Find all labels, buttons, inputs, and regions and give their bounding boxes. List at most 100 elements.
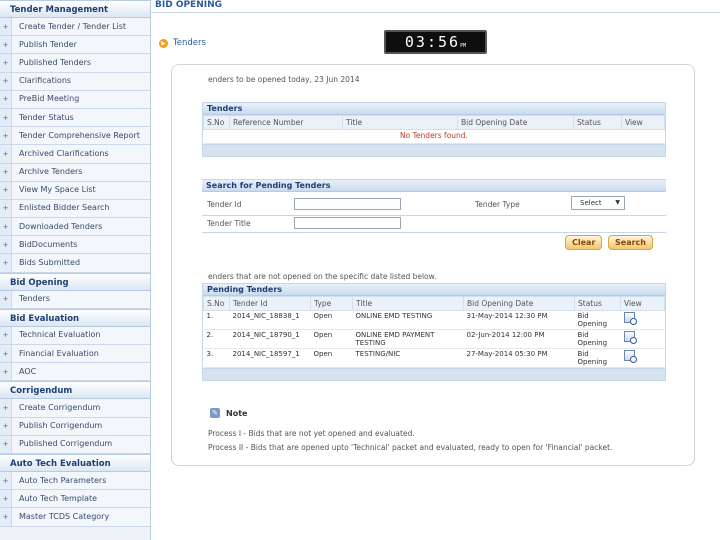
col-tender-id: Tender Id <box>229 296 311 311</box>
digital-clock: 03:56PM <box>384 30 487 54</box>
table-row: 3. 2014_NIC_18597_1 Open TESTING/NIC 27-… <box>203 348 665 368</box>
menu-published-corrigendum[interactable]: + Published Corrigendum <box>0 435 150 454</box>
menu-bidder-search[interactable]: + Enlisted Bidder Search <box>0 199 150 219</box>
view-cell <box>620 310 665 330</box>
menu-prebid-meeting[interactable]: + PreBid Meeting <box>0 90 150 109</box>
tender-type-select[interactable]: Select ▼ <box>571 196 625 210</box>
menu-publish-tender[interactable]: + Publish Tender <box>0 36 150 55</box>
section-tender-management: Tender Management <box>0 0 150 18</box>
menu-tender-report[interactable]: + Tender Comprehensive Report <box>0 127 150 146</box>
tender-type-value: Select <box>580 199 602 207</box>
no-tenders-message: No Tenders found. <box>203 129 665 144</box>
menu-clarifications[interactable]: + Clarifications <box>0 72 150 91</box>
cell-tender-id: 2014_NIC_18790_1 <box>229 329 311 349</box>
menu-auto-tech-template[interactable]: + Auto Tech Template <box>0 490 150 509</box>
content-panel: enders to be opened today, 23 Jun 2014 T… <box>171 64 695 466</box>
col-view: View <box>621 115 665 130</box>
bullet-icon: + <box>0 345 12 363</box>
tender-id-label: Tender Id <box>207 200 242 209</box>
view-cell <box>620 348 665 368</box>
cell-sno: 2. <box>203 329 230 349</box>
section-bid-evaluation: Bid Evaluation <box>0 308 150 327</box>
menu-create-corrigendum[interactable]: + Create Corrigendum <box>0 399 150 418</box>
cell-type: Open <box>310 329 353 349</box>
cell-sno: 1. <box>203 310 230 330</box>
bullet-icon: + <box>0 72 12 90</box>
note-line-2: Process II - Bids that are opened upto '… <box>208 443 613 452</box>
menu-downloaded-tenders[interactable]: + Downloaded Tenders <box>0 218 150 237</box>
cell-tender-id: 2014_NIC_18838_1 <box>229 310 311 330</box>
col-reference: Reference Number <box>229 115 343 130</box>
bullet-icon: + <box>0 508 12 526</box>
tender-type-label: Tender Type <box>475 200 520 209</box>
note-title: Note <box>226 408 248 418</box>
col-status: Status <box>574 296 621 311</box>
dropdown-arrow-icon: ▼ <box>615 199 620 206</box>
menu-archived-clarifications[interactable]: + Archived Clarifications <box>0 145 150 164</box>
table-row: 2. 2014_NIC_18790_1 Open ONLINE EMD PAYM… <box>203 329 665 349</box>
menu-technical-evaluation[interactable]: + Technical Evaluation <box>0 326 150 345</box>
bullet-icon: + <box>0 181 12 199</box>
search-box: Search for Pending Tenders Tender Id Ten… <box>202 179 666 233</box>
view-icon[interactable] <box>623 350 637 363</box>
search-box-title: Search for Pending Tenders <box>202 180 666 192</box>
section-bid-opening: Bid Opening <box>0 272 150 291</box>
cell-type: Open <box>310 348 353 368</box>
search-divider <box>202 215 666 216</box>
pending-box-title: Pending Tenders <box>203 284 665 296</box>
cell-type: Open <box>310 310 353 330</box>
view-icon[interactable] <box>623 312 637 325</box>
view-icon[interactable] <box>623 331 637 344</box>
table-footer-band <box>203 368 665 380</box>
bullet-icon: + <box>0 326 12 344</box>
menu-create-tender[interactable]: + Create Tender / Tender List <box>0 18 150 37</box>
menu-bids-submitted[interactable]: + Bids Submitted <box>0 254 150 273</box>
menu-tender-status[interactable]: + Tender Status <box>0 108 150 128</box>
menu-published-tenders[interactable]: + Published Tenders <box>0 54 150 73</box>
col-title: Title <box>342 115 458 130</box>
menu-auto-tech-parameters[interactable]: + Auto Tech Parameters <box>0 471 150 491</box>
menu-bid-opening-tenders[interactable]: + Tenders <box>0 290 150 309</box>
bullet-icon: + <box>0 18 12 36</box>
search-button[interactable]: Search <box>608 235 653 250</box>
clock-time: 03:56 <box>404 33 461 51</box>
cell-tender-id: 2014_NIC_18597_1 <box>229 348 311 368</box>
bullet-icon: + <box>0 435 12 453</box>
col-bid-opening-date: Bid Opening Date <box>463 296 575 311</box>
tenders-table: S.No Reference Number Title Bid Opening … <box>203 115 665 144</box>
cell-date: 27-May-2014 05:30 PM <box>463 348 575 368</box>
menu-aoc[interactable]: + AOC <box>0 363 150 382</box>
tenders-box: Tenders S.No Reference Number Title Bid … <box>202 102 666 157</box>
page-title: BID OPENING <box>155 0 223 10</box>
table-row: 1. 2014_NIC_18838_1 Open ONLINE EMD TEST… <box>203 310 665 330</box>
table-footer-band <box>203 144 665 156</box>
cell-status: Bid Opening <box>574 348 621 368</box>
col-type: Type <box>310 296 353 311</box>
title-divider <box>151 12 720 13</box>
bullet-icon: + <box>0 54 12 72</box>
bullet-icon: + <box>0 90 12 108</box>
tender-title-input[interactable] <box>294 217 401 229</box>
menu-publish-corrigendum[interactable]: + Publish Corrigendum <box>0 417 150 436</box>
breadcrumb-label: Tenders <box>173 38 206 48</box>
tender-id-input[interactable] <box>294 198 401 210</box>
menu-bid-documents[interactable]: + BidDocuments <box>0 236 150 255</box>
bullet-icon: + <box>0 290 12 308</box>
menu-financial-evaluation[interactable]: + Financial Evaluation <box>0 345 150 364</box>
clock-suffix: PM <box>460 43 467 49</box>
bullet-icon: + <box>0 163 12 181</box>
cell-title: ONLINE EMD PAYMENT TESTING <box>352 329 464 349</box>
bullet-icon: + <box>0 471 12 490</box>
section-corrigendum: Corrigendum <box>0 381 150 400</box>
cell-date: 31-May-2014 12:30 PM <box>463 310 575 330</box>
menu-my-space[interactable]: + View My Space List <box>0 181 150 200</box>
clear-button[interactable]: Clear <box>565 235 603 250</box>
section-auto-tech: Auto Tech Evaluation <box>0 453 150 472</box>
bullet-icon: + <box>0 108 12 127</box>
view-cell <box>620 329 665 349</box>
pending-tenders-box: Pending Tenders S.No Tender Id Type Titl… <box>202 283 666 381</box>
menu-master-category[interactable]: + Master TCDS Category <box>0 508 150 527</box>
menu-archive-tenders[interactable]: + Archive Tenders <box>0 163 150 182</box>
breadcrumb[interactable]: ▶ Tenders <box>159 38 206 48</box>
col-title: Title <box>352 296 464 311</box>
